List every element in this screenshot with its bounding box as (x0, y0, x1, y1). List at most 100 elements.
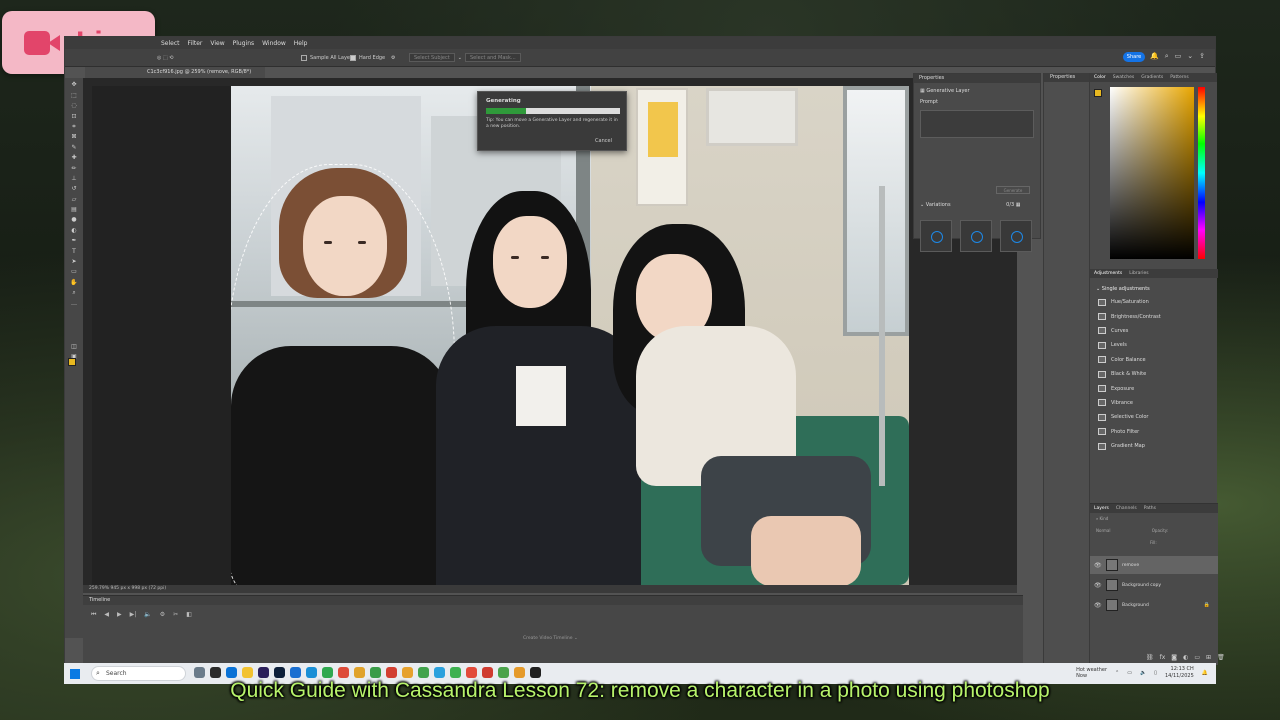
eraser-tool-icon[interactable]: ▱ (69, 196, 79, 203)
prev-frame-icon[interactable]: ◀ (104, 611, 109, 619)
layer-fill[interactable]: Fill: (1090, 537, 1218, 549)
layer-row[interactable]: 👁 remove (1090, 556, 1218, 574)
next-frame-icon[interactable]: ▶| (130, 611, 137, 619)
play-icon[interactable]: ▶ (117, 611, 122, 619)
cancel-button[interactable]: Cancel (595, 138, 612, 144)
tab-channels[interactable]: Channels (1116, 504, 1137, 513)
eyedropper-tool-icon[interactable]: ✎ (69, 144, 79, 151)
layer-row[interactable]: 👁 Background 🔒 (1090, 596, 1218, 614)
new-layer-icon[interactable]: ⊞ (1206, 654, 1211, 661)
adjustment-color-balance[interactable]: Color Balance (1090, 353, 1218, 367)
menu-select[interactable]: Select (161, 40, 180, 47)
adjustment-layer-icon[interactable]: ◐ (1183, 654, 1188, 661)
folder-icon[interactable]: ▭ (1194, 654, 1200, 661)
adjustment-black-white[interactable]: Black & White (1090, 367, 1218, 381)
tab-patterns[interactable]: Patterns (1170, 73, 1189, 82)
shape-tool-icon[interactable]: ▭ (69, 268, 79, 275)
menu-filter[interactable]: Filter (188, 40, 203, 47)
layer-row[interactable]: 👁 Background copy (1090, 576, 1218, 594)
adjustment-photo-filter[interactable]: Photo Filter (1090, 425, 1218, 439)
menu-window[interactable]: Window (262, 40, 286, 47)
adjustment-brightness-contrast[interactable]: Brightness/Contrast (1090, 309, 1218, 323)
link-icon[interactable]: ⛓ (1146, 654, 1154, 661)
chevron-down-icon[interactable]: ⌄ (1187, 52, 1193, 61)
adjustment-hue-saturation[interactable]: Hue/Saturation (1090, 295, 1218, 309)
tab-gradients[interactable]: Gradients (1141, 73, 1163, 82)
hue-slider[interactable] (1198, 87, 1205, 259)
create-video-timeline-button[interactable]: Create Video Timeline ⌄ (523, 636, 578, 641)
healing-brush-tool-icon[interactable]: ✚ (69, 154, 79, 161)
hard-edge-checkbox[interactable]: Hard Edge (350, 54, 385, 61)
mask-icon[interactable]: ◙ (1171, 654, 1177, 661)
clone-stamp-tool-icon[interactable]: ⊥ (69, 175, 79, 182)
foreground-color-swatch[interactable] (68, 358, 76, 366)
visibility-eye-icon[interactable]: 👁 (1094, 582, 1102, 589)
adjustment-exposure[interactable]: Exposure (1090, 381, 1218, 395)
frame-tool-icon[interactable]: ⊠ (69, 133, 79, 140)
path-selection-tool-icon[interactable]: ➤ (69, 258, 79, 265)
quick-mask-icon[interactable]: ◫ (69, 343, 79, 350)
blur-tool-icon[interactable]: ● (69, 216, 79, 223)
gradient-tool-icon[interactable]: ▤ (69, 206, 79, 213)
visibility-eye-icon[interactable]: 👁 (1094, 602, 1102, 609)
lasso-tool-icon[interactable]: ◌ (69, 102, 79, 109)
tab-layers[interactable]: Layers (1094, 504, 1109, 513)
adjustment-selective-color[interactable]: Selective Color (1090, 410, 1218, 424)
tab-libraries[interactable]: Libraries (1129, 269, 1148, 278)
trash-icon[interactable]: 🗑 (1217, 654, 1225, 661)
color-picker-field[interactable] (1110, 87, 1194, 259)
workspace-icon[interactable]: ▭ (1175, 52, 1182, 61)
document-photo[interactable] (231, 86, 909, 585)
type-tool-icon[interactable]: T (69, 248, 79, 255)
tab-adjustments[interactable]: Adjustments (1094, 269, 1122, 278)
menu-plugins[interactable]: Plugins (233, 40, 255, 47)
marquee-tool-icon[interactable]: ⬚ (69, 92, 79, 99)
hand-tool-icon[interactable]: ✋ (69, 279, 79, 286)
share-button[interactable]: Share (1123, 52, 1145, 62)
dodge-tool-icon[interactable]: ◐ (69, 227, 79, 234)
layer-filter[interactable]: ⌕ Kind (1090, 513, 1218, 525)
adjustment-levels[interactable]: Levels (1090, 338, 1218, 352)
prompt-input[interactable] (920, 110, 1034, 138)
share-icon[interactable]: ⇪ (1199, 52, 1205, 61)
visibility-eye-icon[interactable]: 👁 (1094, 562, 1102, 569)
crop-tool-icon[interactable]: ⌗ (69, 123, 79, 130)
adjustment-vibrance[interactable]: Vibrance (1090, 396, 1218, 410)
brush-tool-icon[interactable]: ✏ (69, 165, 79, 172)
select-subject-button[interactable]: Select Subject ⌄ (409, 53, 462, 62)
tab-color[interactable]: Color (1094, 73, 1106, 82)
canvas-area[interactable] (83, 78, 1017, 585)
search-icon[interactable]: ⌕ (1165, 52, 1169, 61)
fx-icon[interactable]: fx (1160, 654, 1166, 661)
audio-icon[interactable]: 🔈 (144, 611, 151, 619)
tab-paths[interactable]: Paths (1144, 504, 1156, 513)
select-and-mask-button[interactable]: Select and Mask... (465, 53, 521, 62)
menu-view[interactable]: View (210, 40, 224, 47)
selection-settings-icon[interactable]: ⚙ (391, 55, 395, 61)
single-adjustments-header[interactable]: ⌄ Single adjustments (1090, 283, 1218, 295)
more-tools-icon[interactable]: … (69, 300, 79, 307)
zoom-tool-icon[interactable]: ⌕ (69, 289, 79, 296)
layer-blend-opacity[interactable]: Normal Opacity: (1090, 525, 1218, 537)
tab-swatches[interactable]: Swatches (1113, 73, 1135, 82)
transition-icon[interactable]: ◧ (186, 611, 192, 619)
document-tab[interactable]: C1c3cf916.jpg @ 259% (remove, RGB/8*) (85, 67, 265, 78)
adjustment-curves[interactable]: Curves (1090, 324, 1218, 338)
first-frame-icon[interactable]: ⏮ (91, 611, 96, 619)
variation-thumb[interactable] (1000, 220, 1032, 252)
variation-thumb[interactable] (960, 220, 992, 252)
history-brush-tool-icon[interactable]: ↺ (69, 185, 79, 192)
menu-help[interactable]: Help (294, 40, 308, 47)
bell-icon[interactable]: 🔔 (1150, 52, 1159, 61)
split-icon[interactable]: ✂ (173, 611, 178, 619)
adjustment-gradient-map[interactable]: Gradient Map (1090, 439, 1218, 453)
foreground-color-swatch[interactable] (1094, 89, 1102, 97)
settings-icon[interactable]: ⚙ (160, 611, 165, 619)
move-tool-icon[interactable]: ✥ (69, 81, 79, 88)
tool-preset-icon[interactable]: ◎ ⬚ ⟲ (157, 55, 173, 61)
variation-thumb[interactable] (920, 220, 952, 252)
pen-tool-icon[interactable]: ✒ (69, 237, 79, 244)
object-selection-tool-icon[interactable]: ⊡ (69, 113, 79, 120)
generate-button[interactable]: Generate (996, 186, 1030, 194)
sample-all-layers-checkbox[interactable]: Sample All Layers (301, 54, 355, 61)
